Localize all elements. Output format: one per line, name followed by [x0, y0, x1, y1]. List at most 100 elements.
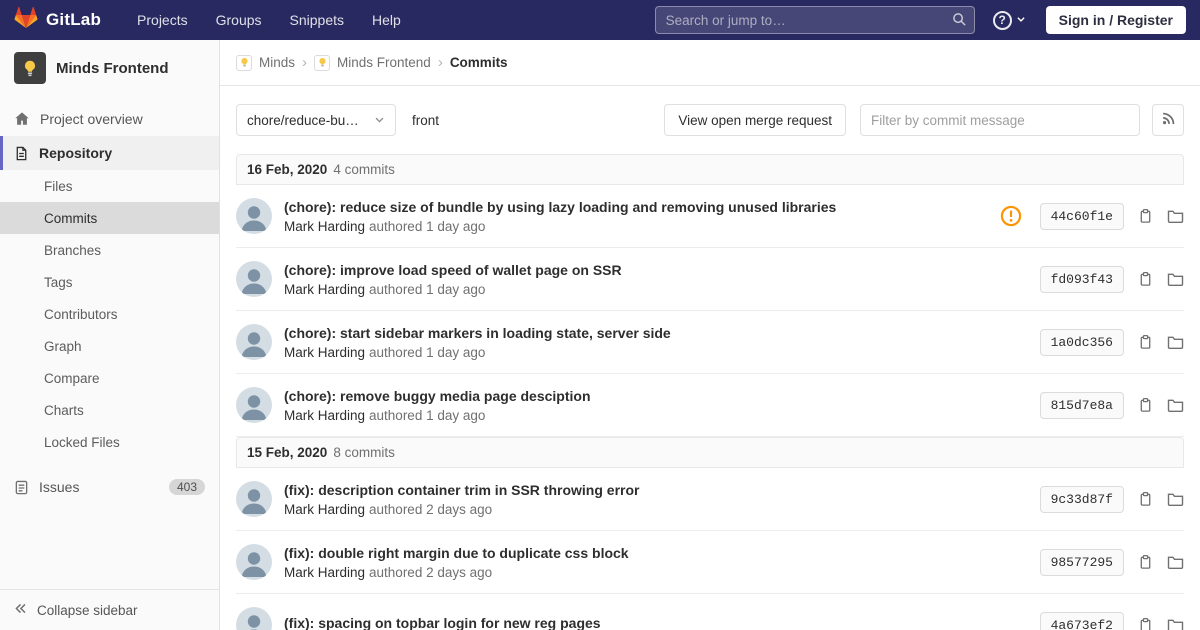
commit-author-link[interactable]: Mark Harding	[284, 219, 365, 234]
commit-author-link[interactable]: Mark Harding	[284, 282, 365, 297]
breadcrumb-separator: ›	[302, 54, 308, 71]
project-avatar	[14, 52, 46, 84]
pipeline-status-warning-icon[interactable]	[1000, 205, 1022, 227]
browse-files-button[interactable]	[1167, 492, 1184, 507]
copy-sha-button[interactable]	[1138, 617, 1153, 630]
sidebar-item-tags[interactable]: Tags	[0, 266, 219, 298]
commit-title-link[interactable]: (chore): start sidebar markers in loadin…	[284, 325, 1024, 341]
commit-sha-link[interactable]: 1a0dc356	[1039, 328, 1124, 356]
commit-author-link[interactable]: Mark Harding	[284, 345, 365, 360]
nav-link-help[interactable]: Help	[372, 12, 401, 28]
copy-sha-button[interactable]	[1138, 491, 1153, 507]
folder-icon	[1167, 399, 1184, 412]
browse-files-button[interactable]	[1167, 272, 1184, 287]
commit-row: (chore): reduce size of bundle by using …	[236, 185, 1184, 248]
commit-date-header: 16 Feb, 2020 4 commits	[236, 154, 1184, 185]
copy-sha-button[interactable]	[1138, 554, 1153, 570]
commit-author-avatar[interactable]	[236, 387, 272, 423]
browse-files-button[interactable]	[1167, 618, 1184, 630]
copy-sha-button[interactable]	[1138, 271, 1153, 287]
commit-title-link[interactable]: (chore): improve load speed of wallet pa…	[284, 262, 1024, 278]
global-search	[654, 6, 975, 34]
commit-author-avatar[interactable]	[236, 261, 272, 297]
project-sidebar: Minds Frontend Project overview Reposito…	[0, 40, 220, 630]
sidebar-project-link[interactable]: Minds Frontend	[0, 40, 219, 96]
commit-sha-link[interactable]: 98577295	[1039, 548, 1124, 576]
sidebar-item-commits[interactable]: Commits	[0, 202, 219, 234]
commit-sha-link[interactable]: 9c33d87f	[1039, 485, 1124, 513]
commit-sha-link[interactable]: 4a673ef2	[1039, 611, 1124, 630]
sidebar-item-files[interactable]: Files	[0, 170, 219, 202]
commit-author-avatar[interactable]	[236, 544, 272, 580]
commit-meta: Mark Harding authored 2 days ago	[284, 564, 493, 580]
copy-sha-button[interactable]	[1138, 334, 1153, 350]
breadcrumb-group-link[interactable]: Minds	[259, 55, 295, 70]
issues-icon	[14, 480, 29, 495]
sidebar-item-project-overview[interactable]: Project overview	[0, 102, 219, 136]
home-icon	[14, 111, 30, 127]
commit-author-avatar[interactable]	[236, 607, 272, 630]
commit-author-link[interactable]: Mark Harding	[284, 502, 365, 517]
sidebar-item-graph[interactable]: Graph	[0, 330, 219, 362]
navbar-links: Projects Groups Snippets Help	[137, 12, 401, 28]
browse-files-button[interactable]	[1167, 398, 1184, 413]
browse-files-button[interactable]	[1167, 209, 1184, 224]
clipboard-icon	[1140, 271, 1151, 286]
commit-author-avatar[interactable]	[236, 198, 272, 234]
sidebar-item-contributors[interactable]: Contributors	[0, 298, 219, 330]
sidebar-item-charts[interactable]: Charts	[0, 394, 219, 426]
commit-author-avatar[interactable]	[236, 324, 272, 360]
issues-count-badge: 403	[168, 479, 205, 495]
sign-in-register-button[interactable]: Sign in / Register	[1045, 6, 1186, 34]
folder-icon	[1167, 210, 1184, 223]
sidebar-item-compare[interactable]: Compare	[0, 362, 219, 394]
clipboard-icon	[1140, 397, 1151, 412]
main-content: Minds › Minds Frontend › Commits chore/r…	[220, 40, 1200, 630]
commits-feed-button[interactable]	[1152, 104, 1184, 136]
commits-controls: chore/reduce-bu… front View open merge r…	[220, 104, 1200, 136]
commit-sha-link[interactable]: 815d7e8a	[1039, 391, 1124, 419]
collapse-sidebar-button[interactable]: Collapse sidebar	[0, 589, 219, 630]
search-input[interactable]	[654, 6, 975, 34]
gitlab-logo[interactable]: GitLab	[14, 6, 101, 34]
folder-icon	[1167, 493, 1184, 506]
commit-title-link[interactable]: (fix): description container trim in SSR…	[284, 482, 1024, 498]
commit-title-link[interactable]: (chore): remove buggy media page descipt…	[284, 388, 1024, 404]
view-open-merge-request-button[interactable]: View open merge request	[664, 104, 846, 136]
branch-selector-dropdown[interactable]: chore/reduce-bu…	[236, 104, 396, 136]
commit-sha-link[interactable]: 44c60f1e	[1039, 202, 1124, 230]
help-menu-toggle[interactable]: ?	[992, 10, 1026, 30]
clipboard-icon	[1140, 617, 1151, 630]
browse-files-button[interactable]	[1167, 335, 1184, 350]
copy-sha-button[interactable]	[1138, 208, 1153, 224]
commit-sha-link[interactable]: fd093f43	[1039, 265, 1124, 293]
group-avatar	[236, 54, 252, 71]
commit-title-link[interactable]: (chore): reduce size of bundle by using …	[284, 199, 984, 215]
breadcrumb-project-link[interactable]: Minds Frontend	[337, 55, 431, 70]
project-avatar-small	[314, 54, 331, 71]
sidebar-item-locked-files[interactable]: Locked Files	[0, 426, 219, 458]
commit-filter-input[interactable]	[860, 104, 1140, 136]
lightbulb-icon	[25, 60, 35, 77]
repo-root-link[interactable]: front	[412, 113, 439, 128]
browse-files-button[interactable]	[1167, 555, 1184, 570]
nav-link-groups[interactable]: Groups	[216, 12, 262, 28]
repository-icon	[14, 146, 29, 161]
commit-author-avatar[interactable]	[236, 481, 272, 517]
copy-sha-button[interactable]	[1138, 397, 1153, 413]
nav-link-snippets[interactable]: Snippets	[290, 12, 344, 28]
commit-meta: Mark Harding authored 1 day ago	[284, 407, 486, 423]
commit-author-link[interactable]: Mark Harding	[284, 408, 365, 423]
gitlab-commits-page: GitLab Projects Groups Snippets Help ? S…	[0, 0, 1200, 630]
nav-link-projects[interactable]: Projects	[137, 12, 188, 28]
commit-title-link[interactable]: (fix): double right margin due to duplic…	[284, 545, 1024, 561]
sidebar-item-branches[interactable]: Branches	[0, 234, 219, 266]
clipboard-icon	[1140, 208, 1151, 223]
sidebar-item-issues[interactable]: Issues 403	[0, 470, 219, 504]
commit-author-link[interactable]: Mark Harding	[284, 565, 365, 580]
chevron-down-icon	[374, 113, 385, 128]
commit-title-link[interactable]: (fix): spacing on topbar login for new r…	[284, 615, 1024, 630]
sidebar-item-repository[interactable]: Repository	[0, 136, 219, 170]
sidebar-project-name: Minds Frontend	[56, 59, 169, 77]
help-icon: ?	[992, 10, 1012, 30]
